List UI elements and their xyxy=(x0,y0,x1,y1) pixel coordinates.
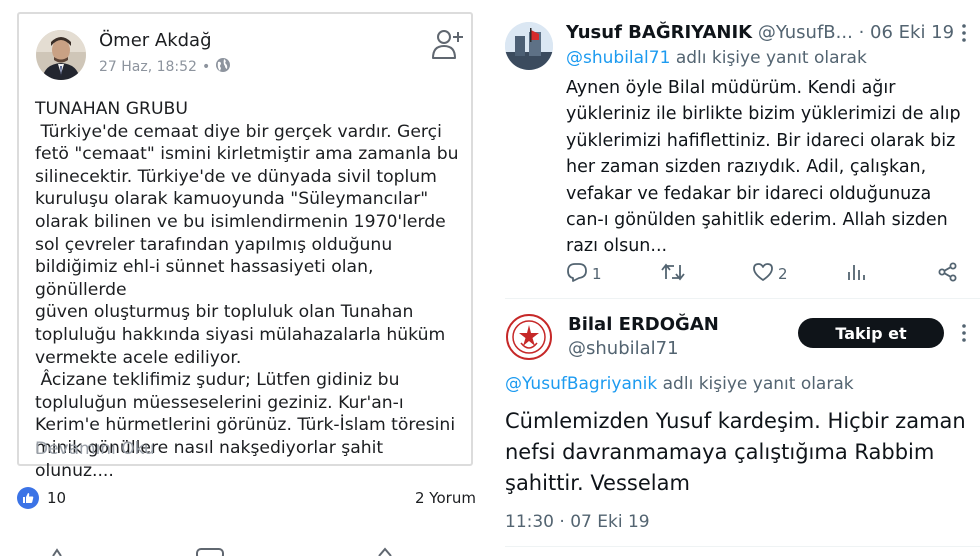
facebook-post-card: Ömer Akdağ 27 Haz, 18:52 • TUNAHAN GRUBU… xyxy=(17,12,473,481)
tweet2-text: Cümlemizden Yusuf kardeşim. Hiçbir zaman… xyxy=(505,409,966,495)
like-count: 2 xyxy=(778,265,788,283)
author-name[interactable]: Ömer Akdağ xyxy=(99,30,212,51)
like-icon xyxy=(17,487,39,509)
reply-count: 1 xyxy=(592,265,602,283)
meta-separator: • xyxy=(201,59,211,75)
tweet1-avatar[interactable] xyxy=(505,22,553,70)
reaction-summary[interactable]: 10 xyxy=(17,487,66,509)
tweet1-date[interactable]: 06 Eki 19 xyxy=(870,22,954,43)
tweet1-replying-to: @shubilal71 adlı kişiye yanıt olarak xyxy=(566,48,867,68)
tweet-divider xyxy=(505,298,980,299)
tweet1-header: Yusuf BAĞRIYANIK @YusufB... · 06 Eki 19 xyxy=(566,22,954,43)
tweet2-reply-handle-link[interactable]: @YusufBagriyanik xyxy=(505,374,657,394)
retweet-button[interactable] xyxy=(661,262,689,286)
like-button[interactable]: 2 xyxy=(752,262,788,286)
tweet1-text: Aynen öyle Bilal müdürüm. Kendi ağır yük… xyxy=(566,78,961,257)
tweet2-timestamp[interactable]: 11:30 · 07 Eki 19 xyxy=(505,512,650,532)
follow-button[interactable]: Takip et xyxy=(798,318,944,348)
more-options-icon[interactable] xyxy=(958,322,970,344)
tweet-divider xyxy=(505,546,980,547)
tweet2-avatar[interactable] xyxy=(505,313,553,361)
reply-icon xyxy=(566,262,588,286)
globe-icon xyxy=(215,57,231,77)
tweet2-author-name[interactable]: Bilal ERDOĞAN xyxy=(568,314,719,335)
post-body: TUNAHAN GRUBU Türkiye'de cemaat diye bir… xyxy=(35,99,459,481)
comment-count-link[interactable]: 2 Yorum xyxy=(415,489,476,507)
post-meta: 27 Haz, 18:52 • xyxy=(99,57,231,77)
like-count: 10 xyxy=(47,489,67,507)
tweet1-author-name[interactable]: Yusuf BAĞRIYANIK xyxy=(566,22,752,43)
author-avatar[interactable] xyxy=(36,30,86,80)
post-date[interactable]: 27 Haz, 18:52 xyxy=(99,59,197,75)
tweet1-reply-handle-link[interactable]: @shubilal71 xyxy=(566,48,670,68)
share-icon[interactable] xyxy=(938,262,958,282)
tweet2-replying-to: @YusufBagriyanik adlı kişiye yanıt olara… xyxy=(505,374,854,394)
retweet-icon xyxy=(661,262,685,286)
post-action-bar xyxy=(17,541,473,560)
views-icon[interactable] xyxy=(846,262,866,282)
see-more-link[interactable]: Devamını Oku xyxy=(35,439,155,459)
tweet1-handle[interactable]: @YusufB... xyxy=(758,22,853,43)
tweet1-dot: · xyxy=(858,22,865,43)
tweet1-action-bar: 1 2 xyxy=(566,262,966,286)
more-options-icon[interactable] xyxy=(958,22,970,44)
heart-icon xyxy=(752,262,774,286)
add-friend-icon[interactable] xyxy=(430,28,464,60)
tweet1-reply-label: adlı kişiye yanıt olarak xyxy=(670,48,867,68)
reply-button[interactable]: 1 xyxy=(566,262,602,286)
tweet2-reply-label: adlı kişiye yanıt olarak xyxy=(657,374,854,394)
tweet2-handle[interactable]: @shubilal71 xyxy=(568,338,679,359)
